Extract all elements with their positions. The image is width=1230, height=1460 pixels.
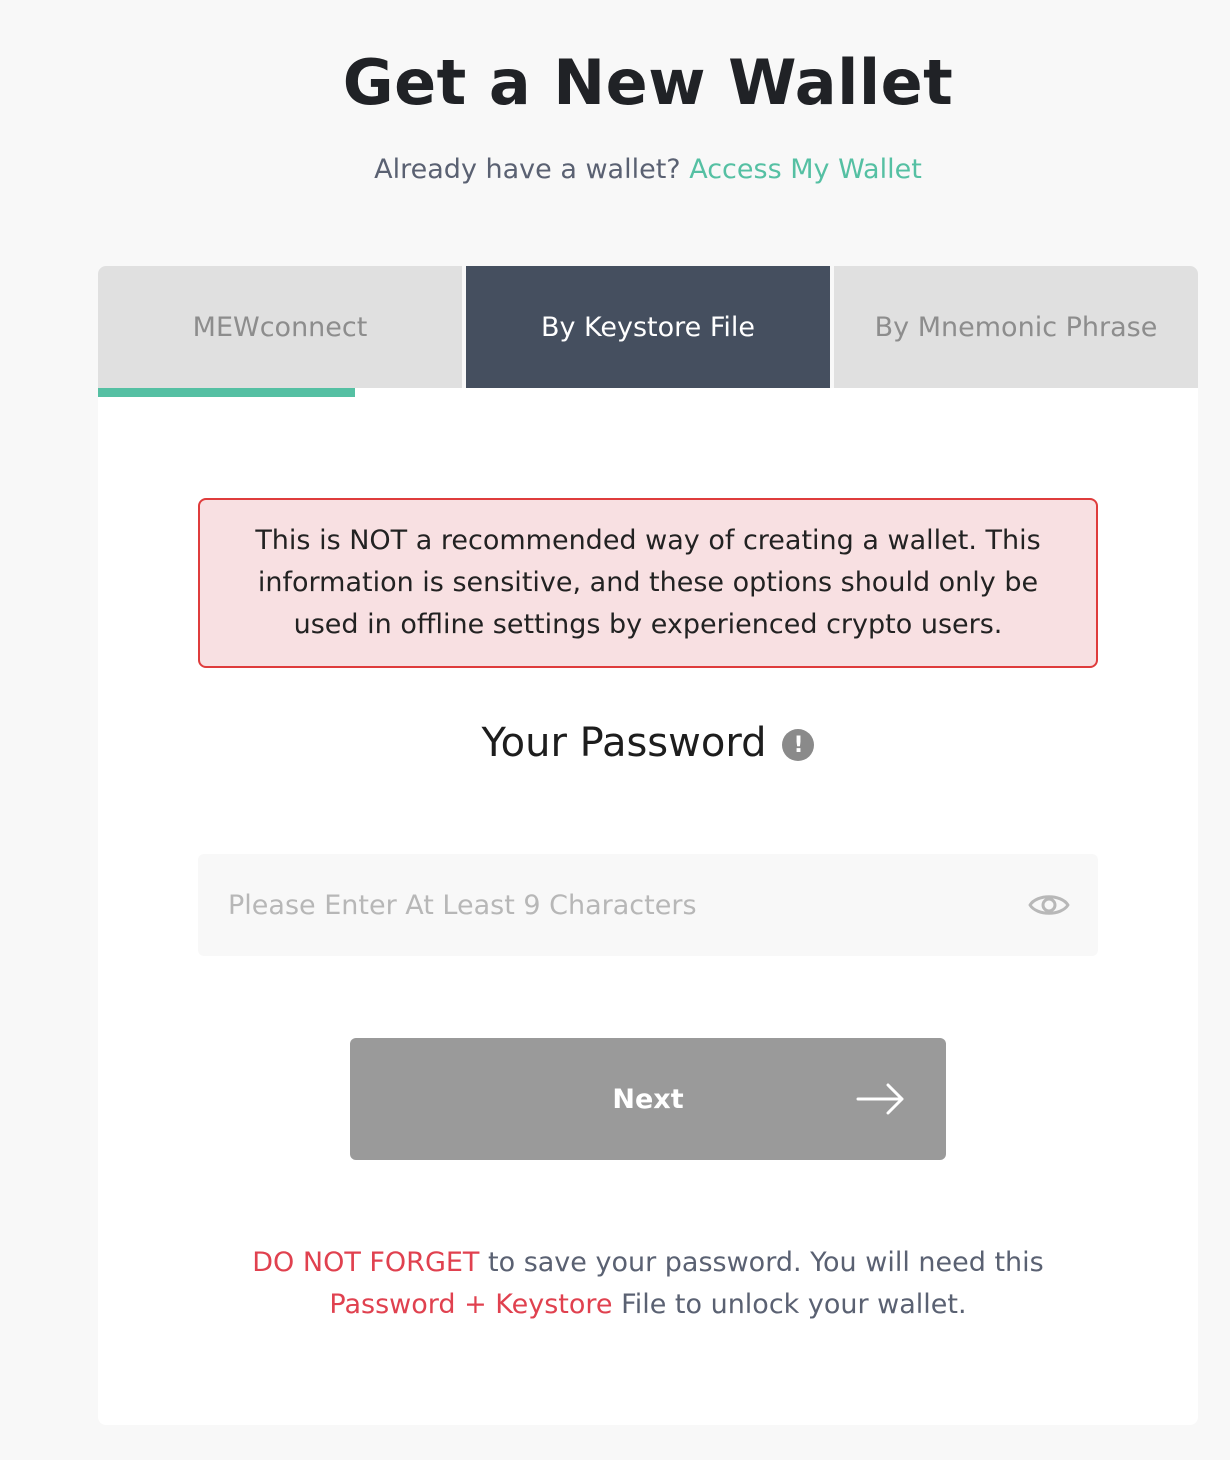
tab-indicator bbox=[98, 388, 355, 397]
next-button[interactable]: Next bbox=[350, 1038, 946, 1160]
eye-icon[interactable] bbox=[1028, 887, 1070, 923]
access-my-wallet-link[interactable]: Access My Wallet bbox=[689, 154, 922, 185]
tab-mewconnect[interactable]: MEWconnect bbox=[98, 266, 462, 388]
tab-mnemonic-phrase[interactable]: By Mnemonic Phrase bbox=[834, 266, 1198, 388]
warning-banner: This is NOT a recommended way of creatin… bbox=[198, 498, 1098, 668]
note-text-1: to save your password. You will need thi… bbox=[479, 1247, 1044, 1278]
password-field bbox=[198, 854, 1098, 956]
exclamation-circle-icon[interactable]: ! bbox=[782, 729, 815, 761]
subtitle: Already have a wallet? Access My Wallet bbox=[0, 154, 1230, 185]
note-emphasis-password-keystore: Password + Keystore bbox=[329, 1289, 613, 1320]
warning-text: This is NOT a recommended way of creatin… bbox=[255, 525, 1041, 640]
password-reminder-note: DO NOT FORGET to save your password. You… bbox=[98, 1242, 1198, 1326]
password-input[interactable] bbox=[198, 854, 998, 956]
subtitle-prefix: Already have a wallet? bbox=[374, 154, 681, 185]
arrow-right-icon bbox=[856, 1083, 904, 1115]
tab-keystore-file[interactable]: By Keystore File bbox=[466, 266, 830, 388]
note-emphasis-do-not-forget: DO NOT FORGET bbox=[252, 1247, 480, 1278]
wallet-form-card: This is NOT a recommended way of creatin… bbox=[98, 388, 1198, 1425]
note-text-2: File to unlock your wallet. bbox=[612, 1289, 967, 1320]
password-heading: Your Password ! bbox=[98, 720, 1198, 766]
page-title: Get a New Wallet bbox=[342, 46, 954, 119]
password-title: Your Password bbox=[481, 720, 767, 766]
wallet-method-tabs: MEWconnect By Keystore File By Mnemonic … bbox=[98, 266, 1198, 388]
